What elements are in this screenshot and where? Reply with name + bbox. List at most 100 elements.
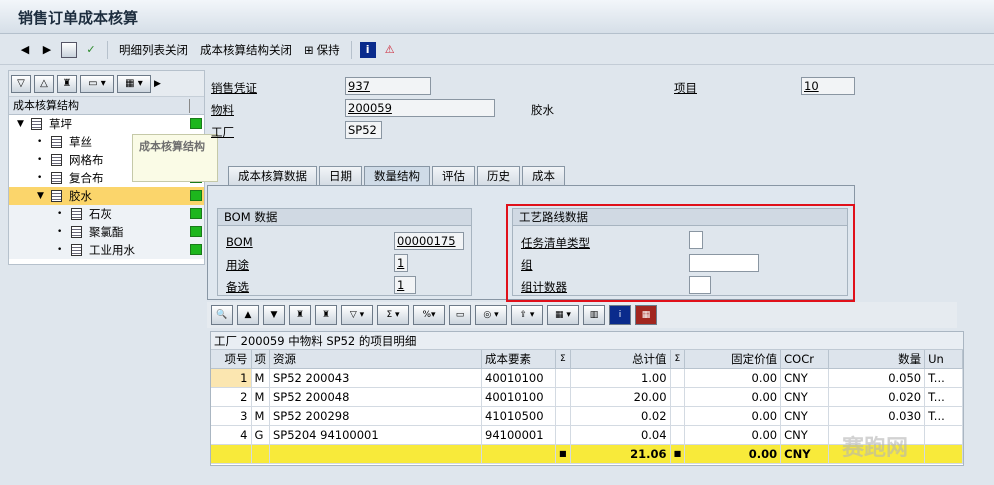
cell-total-value[interactable]: 0.02 (570, 406, 671, 426)
tree-node-lime[interactable]: • 石灰 (9, 205, 204, 223)
material-field[interactable]: 200059 (345, 99, 495, 117)
sum-total-value[interactable]: 21.06 (570, 444, 671, 464)
cell-quantity[interactable]: 0.020 (828, 387, 926, 407)
more-icon[interactable]: ▶ (154, 79, 161, 89)
cell-total-value[interactable]: 1.00 (570, 368, 671, 388)
tree-node-glue[interactable]: ▼ 胶水 (9, 187, 204, 205)
cell-item-no[interactable]: 4 (211, 425, 252, 445)
cell-fixed-value[interactable]: 0.00 (684, 406, 782, 426)
alternative-field[interactable]: 1 (394, 276, 416, 294)
cell-currency[interactable]: CNY (780, 425, 830, 445)
col-unit[interactable]: Un (924, 350, 963, 369)
tab-costing-data[interactable]: 成本核算数据 (228, 166, 317, 186)
tree-node-polyurethane[interactable]: • 聚氯酯 (9, 223, 204, 241)
column-splitter[interactable] (189, 99, 190, 113)
cell-unit[interactable] (924, 425, 963, 445)
next-icon[interactable]: ▶ (38, 41, 56, 59)
cell-currency[interactable]: CNY (780, 406, 830, 426)
cell-unit[interactable]: T... (924, 387, 963, 407)
tab-costs[interactable]: 成本 (522, 166, 565, 186)
save-button[interactable]: ⊞ 保持 (300, 40, 344, 60)
graphic-icon[interactable]: ▥ (583, 305, 605, 325)
collapse-arrow-icon[interactable]: ▼ (37, 187, 44, 205)
cell-unit[interactable]: T... (924, 368, 963, 388)
cell-cost-element[interactable]: 40010100 (481, 387, 556, 407)
col-quantity[interactable]: 数量 (828, 350, 926, 369)
abc-analysis-icon[interactable]: ▦ (635, 305, 657, 325)
cell-category[interactable]: G (251, 425, 270, 445)
cell-unit[interactable]: T... (924, 406, 963, 426)
expand-all-icon[interactable]: ▽ (11, 74, 31, 93)
cell-category[interactable]: M (251, 368, 270, 388)
col-total-value[interactable]: 总计值 (570, 350, 671, 369)
info-icon[interactable]: i (609, 305, 631, 325)
cell-resource[interactable]: SP52 200298 (269, 406, 482, 426)
cell-category[interactable]: M (251, 387, 270, 407)
cell-item-no[interactable]: 2 (211, 387, 252, 407)
tab-dates[interactable]: 日期 (319, 166, 362, 186)
col-cost-element[interactable]: 成本要素 (481, 350, 556, 369)
cell-quantity[interactable]: 0.050 (828, 368, 926, 388)
subtotal-icon[interactable]: %▾ (413, 305, 445, 325)
find-next-icon[interactable]: ♜ (315, 305, 337, 325)
tab-quantity-structure[interactable]: 数量结构 (364, 166, 430, 186)
sum-icon[interactable]: Σ ▾ (377, 305, 409, 325)
usage-field[interactable]: 1 (394, 254, 408, 272)
cost-structure-close-button[interactable]: 成本核算结构关闭 (196, 40, 296, 60)
table-row[interactable]: 3 M SP52 200298 41010500 0.02 0.00 CNY 0… (211, 406, 963, 426)
sum-fixed-value[interactable]: 0.00 (684, 444, 782, 464)
cell-cost-element[interactable]: 94100001 (481, 425, 556, 445)
info-icon[interactable]: i (359, 41, 377, 59)
table-row[interactable]: 2 M SP52 200048 40010100 20.00 0.00 CNY … (211, 387, 963, 407)
cell-item-no[interactable]: 1 (211, 368, 252, 388)
calculator-icon[interactable] (60, 41, 78, 59)
check-icon[interactable]: ✓ (82, 41, 100, 59)
details-icon[interactable]: 🔍 (211, 305, 233, 325)
col-resource[interactable]: 资源 (269, 350, 482, 369)
find-icon[interactable]: ♜ (57, 74, 77, 93)
col-fixed-value[interactable]: 固定价值 (684, 350, 782, 369)
detail-list-close-button[interactable]: 明细列表关闭 (115, 40, 192, 60)
tab-valuation[interactable]: 评估 (432, 166, 475, 186)
cell-category[interactable]: M (251, 406, 270, 426)
sales-doc-field[interactable]: 937 (345, 77, 431, 95)
table-row[interactable]: 1 M SP52 200043 40010100 1.00 0.00 CNY 0… (211, 368, 963, 388)
cell-total-value[interactable]: 0.04 (570, 425, 671, 445)
previous-icon[interactable]: ◀ (16, 41, 34, 59)
bom-field[interactable]: 00000175 (394, 232, 464, 250)
col-category[interactable]: 项 (251, 350, 270, 369)
cell-fixed-value[interactable]: 0.00 (684, 425, 782, 445)
tree-node-lawn[interactable]: ▼ 草坪 (9, 115, 204, 133)
views-icon[interactable]: ◎ ▾ (475, 305, 507, 325)
sort-ascending-icon[interactable]: ▲ (237, 305, 259, 325)
col-currency[interactable]: COCr (780, 350, 830, 369)
cell-item-no[interactable]: 3 (211, 406, 252, 426)
warning-icon[interactable]: ⚠ (381, 41, 399, 59)
cell-cost-element[interactable]: 40010100 (481, 368, 556, 388)
print-icon[interactable]: ▭ (449, 305, 471, 325)
find-icon[interactable]: ♜ (289, 305, 311, 325)
tab-history[interactable]: 历史 (477, 166, 520, 186)
cell-quantity[interactable]: 0.030 (828, 406, 926, 426)
cell-resource[interactable]: SP52 200043 (269, 368, 482, 388)
cell-fixed-value[interactable]: 0.00 (684, 387, 782, 407)
print-icon[interactable]: ▭ ▾ (80, 74, 114, 93)
item-field[interactable]: 10 (801, 77, 855, 95)
col-item-no[interactable]: 项号 (211, 350, 252, 369)
cell-resource[interactable]: SP52 200048 (269, 387, 482, 407)
cell-fixed-value[interactable]: 0.00 (684, 368, 782, 388)
layout-icon[interactable]: ▦ ▾ (117, 74, 151, 93)
filter-icon[interactable]: ▽ ▾ (341, 305, 373, 325)
sort-descending-icon[interactable]: ▼ (263, 305, 285, 325)
cell-cost-element[interactable]: 41010500 (481, 406, 556, 426)
export-icon[interactable]: ⇪ ▾ (511, 305, 543, 325)
plant-field[interactable]: SP52 (345, 121, 382, 139)
cell-currency[interactable]: CNY (780, 368, 830, 388)
tree-node-industrial-water[interactable]: • 工业用水 (9, 241, 204, 259)
collapse-all-icon[interactable]: △ (34, 74, 54, 93)
layout-icon[interactable]: ▦ ▾ (547, 305, 579, 325)
cell-resource[interactable]: SP5204 94100001 (269, 425, 482, 445)
sum-currency[interactable]: CNY (780, 444, 830, 464)
cell-currency[interactable]: CNY (780, 387, 830, 407)
cell-total-value[interactable]: 20.00 (570, 387, 671, 407)
